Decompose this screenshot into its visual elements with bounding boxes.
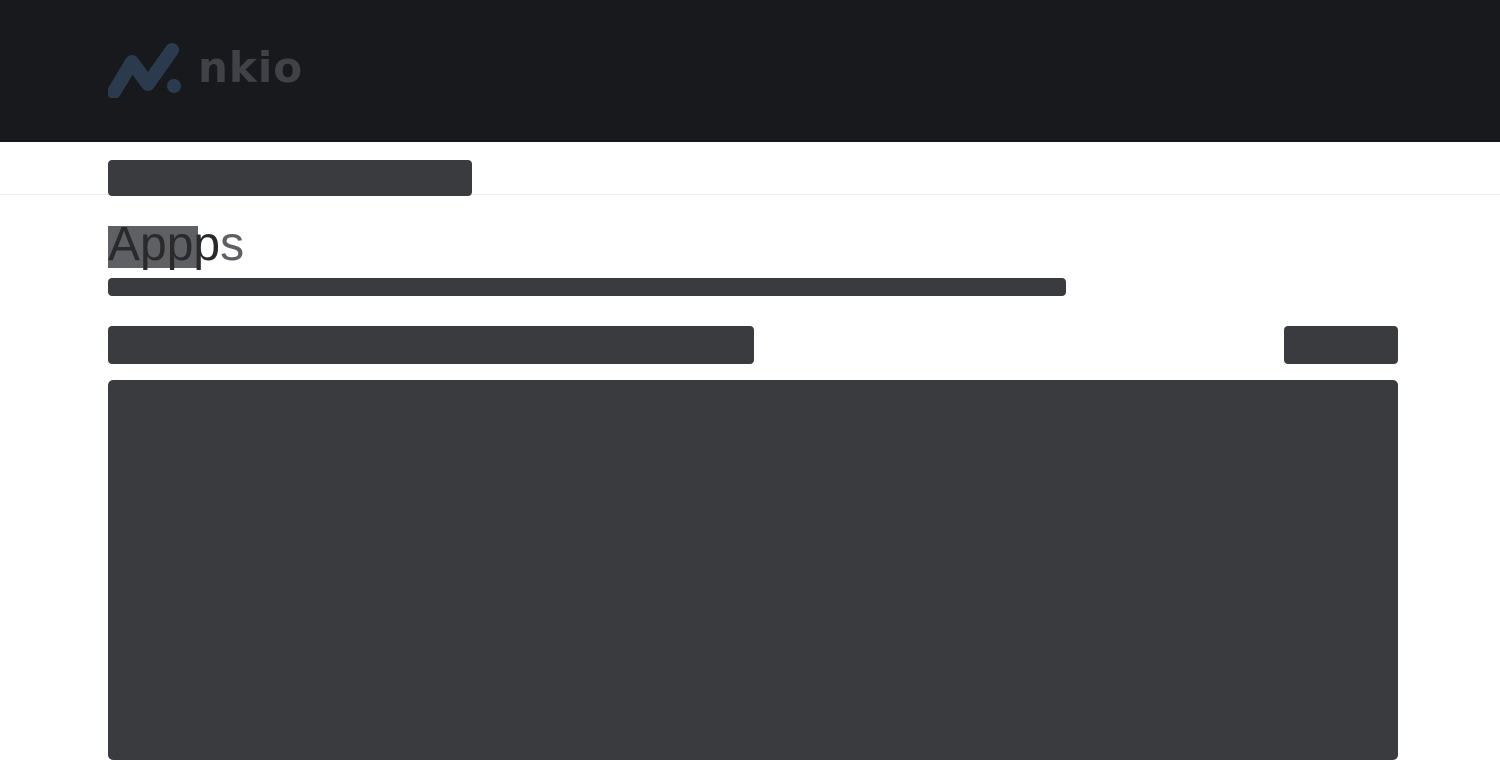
brand-wave-logo-icon <box>108 43 181 98</box>
breadcrumb-placeholder <box>108 160 472 196</box>
brand-name: nkio <box>198 43 304 92</box>
search-input-placeholder[interactable] <box>108 326 754 364</box>
description-placeholder <box>108 278 1066 296</box>
page-title: Appps <box>108 218 244 272</box>
top-navbar: nkio <box>0 0 1500 142</box>
apps-table-placeholder <box>108 380 1398 760</box>
page-title-dark: p <box>193 218 221 271</box>
page-title-rest: s <box>220 218 245 271</box>
page-title-highlighted: App <box>108 218 194 271</box>
brand-logo[interactable]: nkio <box>108 40 303 100</box>
action-button-placeholder[interactable] <box>1284 326 1398 364</box>
